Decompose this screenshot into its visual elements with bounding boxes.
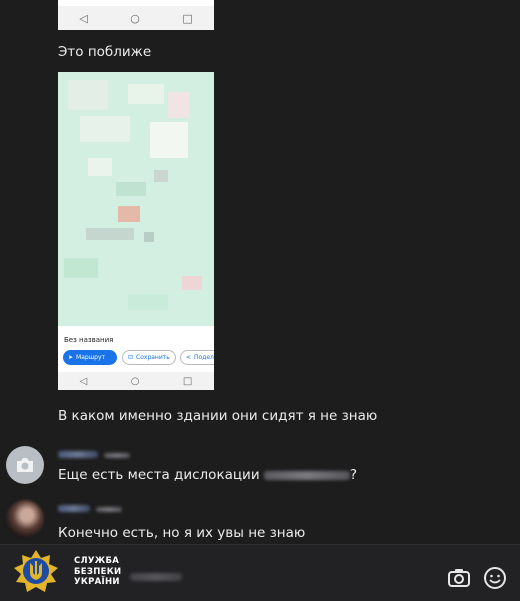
- redacted-input-placeholder[interactable]: [130, 573, 182, 581]
- place-panel: Без названия ➤ Маршрут ⊡ Сохранить < Под…: [58, 326, 214, 372]
- save-button[interactable]: ⊡ Сохранить: [122, 350, 176, 365]
- share-button[interactable]: < Подел: [180, 350, 214, 365]
- route-button[interactable]: ➤ Маршрут: [63, 350, 117, 365]
- back-icon: ◁: [79, 375, 88, 387]
- route-icon: ➤: [68, 354, 74, 361]
- sbu-watermark-text: СЛУЖБА БЕЗПЕКИ УКРАЇНИ: [74, 556, 121, 588]
- share-label: Подел: [194, 354, 214, 361]
- recents-icon: □: [182, 375, 193, 387]
- message-text: В каком именно здании они сидят я не зна…: [58, 408, 378, 424]
- redacted-timestamp: [96, 507, 122, 512]
- emoji-icon[interactable]: [482, 565, 508, 591]
- image-attachment-top[interactable]: ◁ ○ □: [58, 0, 214, 30]
- redacted-timestamp: [104, 453, 130, 458]
- camera-icon: [17, 458, 33, 472]
- message-text: Еще есть места дислокации ?: [58, 467, 358, 483]
- back-icon: ◁: [79, 11, 88, 25]
- watermark-line: СЛУЖБА: [74, 556, 120, 566]
- avatar-placeholder[interactable]: [6, 446, 44, 484]
- avatar[interactable]: [6, 500, 44, 538]
- redacted-sender-name: [58, 451, 98, 458]
- home-icon: ○: [130, 11, 140, 25]
- watermark-line: УКРАЇНИ: [74, 577, 120, 587]
- redacted-sender-name: [58, 505, 90, 512]
- android-nav-bar: ◁ ○ □: [58, 6, 214, 30]
- pixelated-map: [58, 72, 214, 326]
- home-icon: ○: [130, 375, 140, 387]
- share-icon: <: [186, 354, 192, 361]
- recents-icon: □: [182, 11, 193, 25]
- message-text: Это поближе: [58, 44, 152, 60]
- route-label: Маршрут: [76, 354, 106, 361]
- save-label: Сохранить: [136, 354, 170, 361]
- place-title: Без названия: [64, 336, 114, 344]
- android-nav-bar: ◁ ○ □: [58, 372, 214, 390]
- bookmark-icon: ⊡: [128, 354, 134, 361]
- message-text: Конечно есть, но я их увы не знаю: [58, 525, 306, 541]
- watermark-line: БЕЗПЕКИ: [74, 566, 122, 577]
- image-attachment-map[interactable]: Без названия ➤ Маршрут ⊡ Сохранить < Под…: [58, 72, 214, 390]
- camera-icon[interactable]: [446, 565, 472, 591]
- sbu-shield-logo: [14, 550, 58, 592]
- redacted-text: [263, 470, 350, 480]
